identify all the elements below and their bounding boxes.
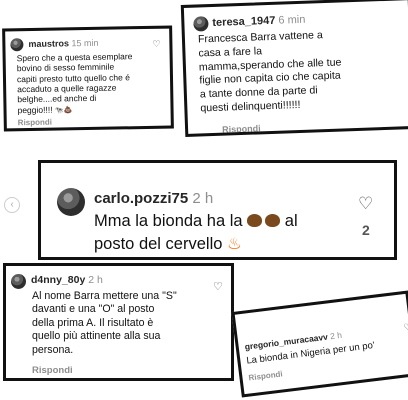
avatar[interactable] xyxy=(11,274,26,289)
heart-icon[interactable]: ♡ xyxy=(358,194,373,214)
reply-button[interactable]: Rispondi xyxy=(18,118,52,128)
comment-text: Al nome Barra mettere una "S" davanti e … xyxy=(32,290,177,356)
comment-time: 15 min xyxy=(71,37,99,49)
comment-card-d4nny: d4nny_80y 2 h ♡ Al nome Barra mettere un… xyxy=(3,263,234,381)
comment-card-teresa: teresa_1947 6 min Francesca Barra vatten… xyxy=(180,0,408,137)
comment-card-carlo: carlo.pozzi75 2 h ♡ Mma la bionda ha la … xyxy=(38,160,397,260)
comment-username[interactable]: d4nny_80y 2 h xyxy=(31,274,103,286)
comment-username[interactable]: teresa_1947 6 min xyxy=(212,14,305,29)
poop-emoji xyxy=(265,214,281,227)
heart-icon[interactable]: ♡ xyxy=(213,280,223,293)
reply-button[interactable]: Rispondi xyxy=(248,369,283,382)
comment-username[interactable]: maustros 15 min xyxy=(28,38,98,49)
comment-card-gregorio: gregorio_muracaavv 2 h ♡ La bionda in Ni… xyxy=(231,290,408,398)
chevron-left-icon[interactable]: ‹ xyxy=(4,197,20,213)
comment-time: 2 h xyxy=(192,190,214,207)
fire-emoji: ♨ xyxy=(227,235,242,254)
comment-username[interactable]: carlo.pozzi75 2 h xyxy=(94,190,213,207)
heart-icon[interactable]: ♡ xyxy=(403,321,408,333)
comment-time: 6 min xyxy=(278,13,306,27)
like-count: 2 xyxy=(362,222,370,238)
comment-card-maustros: maustros 15 min ♡ Spero che a questa ese… xyxy=(2,25,174,132)
poop-emoji xyxy=(247,214,263,227)
comment-text: Mma la bionda ha la al posto del cervell… xyxy=(94,210,298,256)
reply-button[interactable]: Rispondi xyxy=(32,365,73,376)
heart-icon[interactable]: ♡ xyxy=(152,39,160,50)
avatar[interactable] xyxy=(57,188,85,216)
poop-emoji: 💩 xyxy=(63,107,73,115)
comment-text: Francesca Barra vattene a casa a fare la… xyxy=(197,29,342,115)
avatar[interactable] xyxy=(193,16,209,32)
comment-text: Spero che a questa esemplare bovino di s… xyxy=(16,51,133,116)
cow-emoji: 🐄 xyxy=(54,107,64,115)
reply-button[interactable]: Rispondi xyxy=(222,123,261,134)
comment-time: 2 h xyxy=(88,274,103,286)
avatar[interactable] xyxy=(10,38,24,52)
comment-time: 2 h xyxy=(329,329,343,342)
